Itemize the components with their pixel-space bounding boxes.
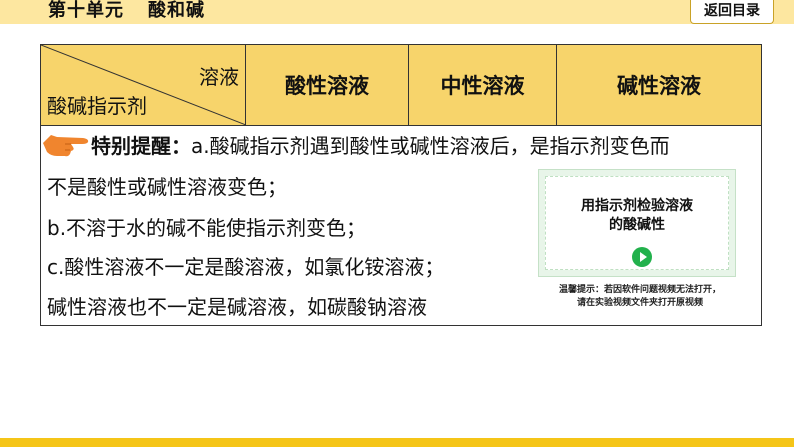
column-header-acidic: 酸性溶液 [246,45,409,125]
bottom-bar [0,438,794,447]
corner-label-solution: 溶液 [199,65,239,89]
note-line-3: b.不溶于水的碱不能使指示剂变色； [47,216,367,240]
play-icon[interactable] [632,247,652,267]
column-header-neutral: 中性溶液 [409,45,557,125]
corner-label-indicator: 酸碱指示剂 [47,94,147,118]
unit-title: 第十单元 酸和碱 [48,0,205,22]
video-title-line-2: 的酸碱性 [609,217,665,233]
note-text-a: a.酸碱指示剂遇到酸性或碱性溶液后，是指示剂变色而 [191,133,670,158]
topic-name: 酸和碱 [148,0,205,21]
video-title-line-1: 用指示剂检验溶液 [581,198,693,214]
unit-name: 第十单元 [48,0,124,21]
warm-tip: 温馨提示：若因软件问题视频无法打开， 请在实验视频文件夹打开原视频 [520,284,760,310]
note-line-1: 特别提醒： a.酸碱指示剂遇到酸性或碱性溶液后，是指示剂变色而 [41,129,670,159]
note-line-5: 碱性溶液也不一定是碱溶液，如碳酸钠溶液 [47,295,427,319]
column-header-basic: 碱性溶液 [617,74,701,98]
table-header-row: 溶液 酸碱指示剂 酸性溶液 中性溶液 碱性溶液 [40,44,762,126]
note-line-2: 不是酸性或碱性溶液变色； [47,175,287,199]
warm-tip-line-2: 请在实验视频文件夹打开原视频 [576,298,703,308]
video-title: 用指示剂检验溶液 的酸碱性 [546,197,728,235]
pointing-hand-icon [43,135,89,157]
video-thumbnail[interactable]: 用指示剂检验溶液 的酸碱性 [545,176,729,270]
note-line-4: c.酸性溶液不一定是酸溶液，如氯化铵溶液； [47,255,445,279]
video-card[interactable]: 用指示剂检验溶液 的酸碱性 [538,169,736,277]
warm-tip-line-1: 温馨提示：若因软件问题视频无法打开， [558,285,721,295]
tip-label: 特别提醒： [91,133,191,158]
corner-cell: 溶液 酸碱指示剂 [41,45,246,125]
back-to-contents-button[interactable]: 返回目录 [690,0,774,24]
